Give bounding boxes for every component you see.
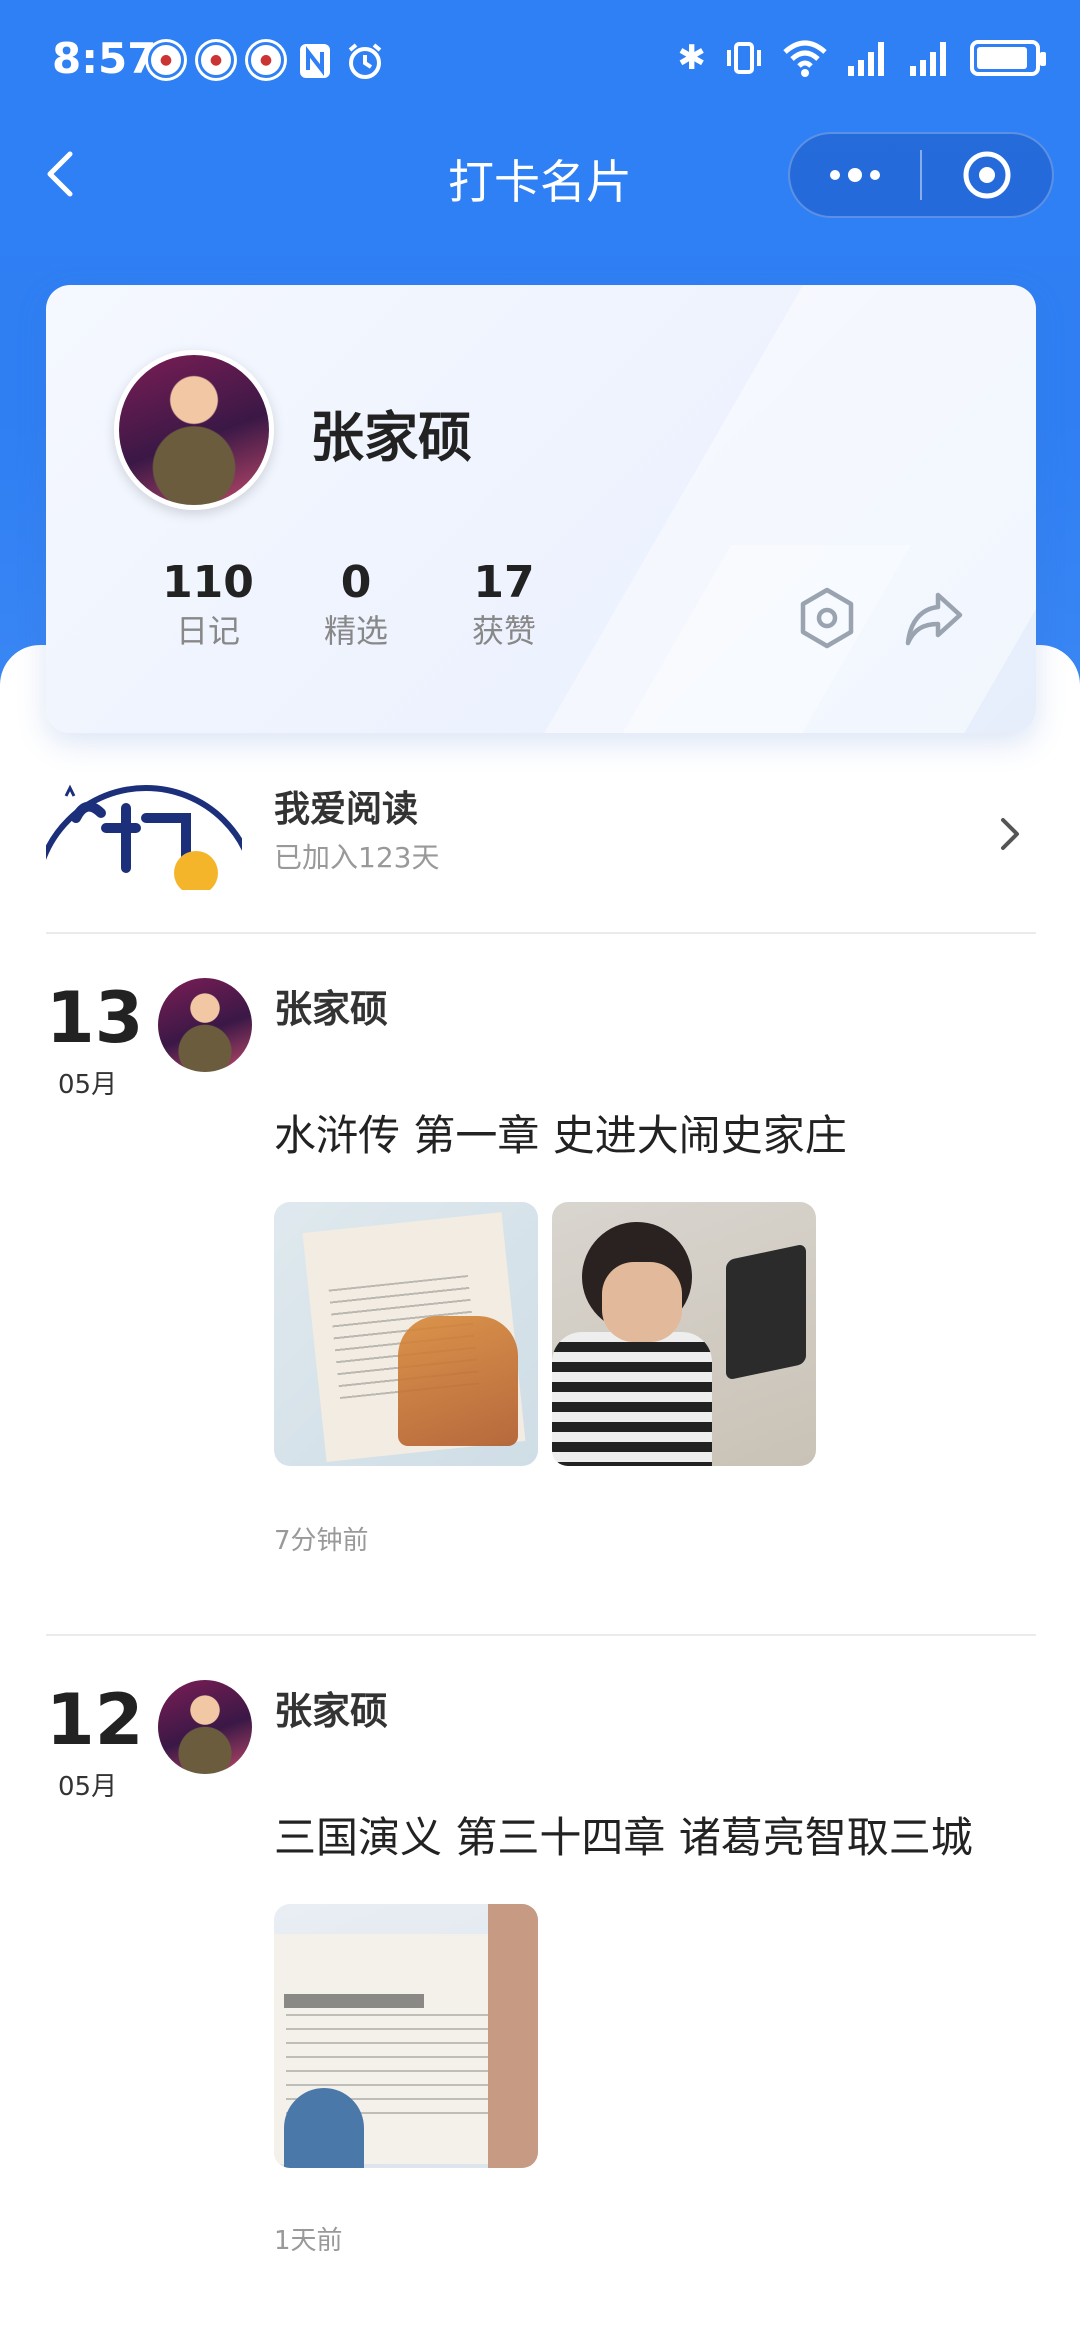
post-author: 张家硕 bbox=[274, 987, 389, 1031]
system-icons: ✱ bbox=[677, 38, 1046, 78]
status-bar: 8:57 ● ● ● ✱ bbox=[0, 0, 1080, 120]
stat-diary[interactable]: 110 日记 bbox=[138, 557, 278, 653]
signal-icon bbox=[910, 42, 946, 76]
post-time: 1天前 bbox=[274, 2226, 343, 2256]
post-photo-book[interactable] bbox=[274, 1202, 538, 1466]
post-avatar[interactable] bbox=[158, 978, 252, 1072]
stat-value: 0 bbox=[340, 557, 372, 608]
more-button[interactable] bbox=[790, 132, 920, 218]
post-author: 张家硕 bbox=[274, 1689, 389, 1733]
post-time: 7分钟前 bbox=[274, 1526, 369, 1556]
stat-label: 日记 bbox=[175, 612, 240, 650]
settings-hexagon-icon[interactable] bbox=[794, 585, 860, 651]
diary-post[interactable]: 12 05月 张家硕 三国演义 第三十四章 诸葛亮智取三城 1天前 bbox=[0, 1680, 1080, 2300]
stat-featured[interactable]: 0 精选 bbox=[286, 557, 426, 653]
post-images bbox=[274, 1202, 816, 1466]
signal-icon bbox=[848, 42, 884, 76]
status-time: 8:57 bbox=[52, 34, 157, 83]
group-name: 我爱阅读 bbox=[274, 789, 419, 830]
post-avatar[interactable] bbox=[158, 1680, 252, 1774]
post-photo-book[interactable] bbox=[274, 1904, 538, 2168]
nfc-icon bbox=[300, 44, 330, 78]
post-month: 05月 bbox=[58, 1772, 118, 1802]
close-miniprogram-button[interactable] bbox=[922, 132, 1052, 218]
post-month: 05月 bbox=[58, 1070, 118, 1100]
profile-card: 张家硕 110 日记 0 精选 17 获赞 bbox=[46, 285, 1036, 733]
chevron-right-icon bbox=[1001, 818, 1019, 850]
app-notification-icon: ● bbox=[148, 42, 184, 78]
target-close-icon bbox=[963, 151, 1011, 199]
post-images bbox=[274, 1904, 538, 2168]
group-row[interactable]: 我爱阅读 已加入123天 bbox=[46, 778, 1036, 890]
miniprogram-capsule bbox=[788, 132, 1054, 218]
stat-label: 精选 bbox=[323, 612, 388, 650]
post-day: 13 bbox=[46, 977, 144, 1059]
app-notification-icon: ● bbox=[198, 42, 234, 78]
stat-value: 17 bbox=[473, 557, 535, 608]
diary-post[interactable]: 13 05月 张家硕 水浒传 第一章 史进大闹史家庄 7分钟前 bbox=[0, 978, 1080, 1598]
bluetooth-icon: ✱ bbox=[677, 38, 707, 78]
card-actions bbox=[794, 585, 966, 651]
alarm-icon bbox=[348, 43, 382, 79]
post-day: 12 bbox=[46, 1679, 144, 1761]
post-text: 三国演义 第三十四章 诸葛亮智取三城 bbox=[274, 1813, 973, 1862]
profile-avatar[interactable] bbox=[114, 350, 274, 510]
divider bbox=[46, 932, 1036, 934]
profile-stats: 110 日记 0 精选 17 获赞 bbox=[138, 557, 574, 653]
stat-label: 获赞 bbox=[471, 612, 536, 650]
stat-likes[interactable]: 17 获赞 bbox=[434, 557, 574, 653]
share-icon[interactable] bbox=[900, 585, 966, 651]
battery-icon bbox=[970, 40, 1046, 76]
group-thumbnail bbox=[46, 778, 242, 890]
group-joined-days: 已加入123天 bbox=[274, 841, 440, 874]
more-dots-icon bbox=[830, 168, 880, 182]
post-photo-reading[interactable] bbox=[552, 1202, 816, 1466]
divider bbox=[46, 1634, 1036, 1636]
group-logo-image bbox=[46, 778, 242, 890]
stat-value: 110 bbox=[162, 557, 254, 608]
battery-level bbox=[977, 47, 1027, 69]
vibrate-icon bbox=[727, 42, 761, 74]
wifi-icon bbox=[783, 40, 827, 77]
post-text: 水浒传 第一章 史进大闹史家庄 bbox=[274, 1111, 847, 1160]
app-notification-icon: ● bbox=[248, 42, 284, 78]
notification-icons: ● ● ● bbox=[148, 42, 384, 80]
profile-name: 张家硕 bbox=[310, 406, 472, 469]
